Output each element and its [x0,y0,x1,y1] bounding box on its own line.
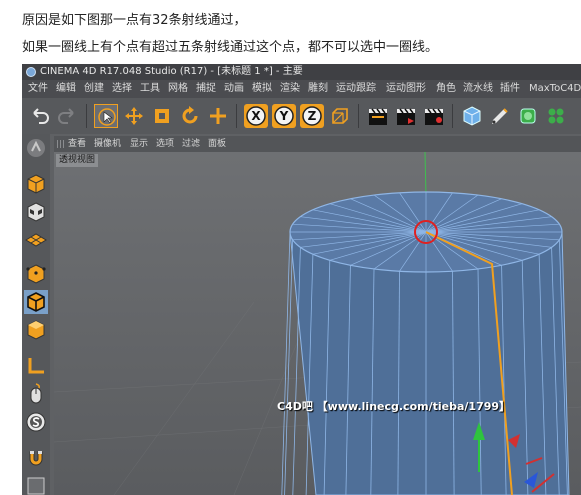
view-menu-cameras[interactable]: 摄像机 [94,136,121,152]
caption-line-1: 原因是如下图那一点有32条射线通过， [22,13,247,28]
clapperboard-picture-icon [397,108,415,125]
x-axis-label: X [251,109,261,123]
cinema4d-logo-icon [26,67,36,77]
recent-tool-button[interactable] [206,104,230,128]
render-settings-button[interactable] [422,104,446,128]
coordinate-system-button[interactable] [328,104,352,128]
view-menu-panel[interactable]: 面板 [208,136,226,152]
edges-mode-button[interactable] [24,290,48,314]
live-selection-button[interactable] [94,104,118,128]
model-mode-button[interactable] [24,172,48,196]
points-mode-button[interactable] [24,262,48,286]
solo-s-icon [26,412,46,432]
x-axis-button[interactable]: X [244,104,268,128]
cloner-icon [548,108,564,124]
axis-corner-icon [28,358,44,374]
undo-icon [33,108,49,124]
window-title: CINEMA 4D R17.048 Studio (R17) - [未标题 1 … [40,66,303,77]
perspective-viewport[interactable]: 透视视图 [54,152,581,495]
snap-button[interactable] [24,446,48,470]
pen-tool-button[interactable] [488,104,512,128]
view-menu-options[interactable]: 选项 [156,136,174,152]
pen-icon [492,108,508,124]
render-view-button[interactable] [366,104,390,128]
menu-tools[interactable]: 工具 [140,80,160,98]
view-menu-filter[interactable]: 过滤 [182,136,200,152]
subdivision-icon [520,108,536,124]
viewport-name-label: 透视视图 [56,154,99,167]
view-menu-view[interactable]: 查看 [68,136,86,152]
menu-plugins[interactable]: 插件 [500,80,520,98]
points-mode-icon [26,264,46,284]
menu-pipeline[interactable]: 流水线 [463,80,493,98]
menu-file[interactable]: 文件 [28,80,48,98]
tweak-mode-button[interactable] [24,382,48,406]
cube-object-button[interactable] [460,104,484,128]
workplane-lock-icon [27,477,45,495]
menu-snap[interactable]: 捕捉 [196,80,216,98]
axis-mode-button[interactable] [24,354,48,378]
y-axis-label: Y [279,109,289,123]
menu-animate[interactable]: 动画 [224,80,244,98]
menu-select[interactable]: 选择 [112,80,132,98]
main-toolbar: X Y Z [22,98,581,134]
clapperboard-icon [369,108,387,125]
menu-render[interactable]: 渲染 [280,80,300,98]
rotate-icon [182,106,198,124]
clapperboard-gear-icon [425,108,443,125]
magnet-icon [29,451,43,466]
y-axis-button[interactable]: Y [272,104,296,128]
scale-tool-button[interactable] [150,104,174,128]
caption-line-2: 如果一圈线上有个点有超过五条射线通过这个点，都不可以选中一圈线。 [22,40,439,55]
menu-sculpt[interactable]: 雕刻 [308,80,328,98]
redo-icon [58,108,74,124]
edges-mode-icon [27,292,45,312]
texture-mode-button[interactable] [24,200,48,224]
menu-mesh[interactable]: 网格 [168,80,188,98]
polygons-mode-icon [27,320,45,340]
undo-button[interactable] [28,104,52,128]
c4d-screenshot: CINEMA 4D R17.048 Studio (R17) - [未标题 1 … [22,64,581,495]
viewport-grip-icon [57,140,65,148]
cursor-icon [98,108,116,126]
rotate-tool-button[interactable] [178,104,202,128]
subdivision-surface-button[interactable] [516,104,540,128]
plus-icon [210,108,226,124]
mouse-icon [30,383,42,404]
left-toolbar [22,134,50,495]
menu-simulate[interactable]: 模拟 [252,80,272,98]
menu-motion-tracking[interactable]: 运动跟踪 [336,80,376,98]
view-menu-display[interactable]: 显示 [130,136,148,152]
make-editable-button[interactable] [24,136,48,160]
z-axis-label: Z [307,109,317,123]
workplane-lock-button[interactable] [24,474,48,495]
workplane-grid-icon [25,233,47,247]
solo-button[interactable] [24,410,48,434]
menu-create[interactable]: 创建 [84,80,104,98]
scale-icon [155,109,169,123]
z-axis-button[interactable]: Z [300,104,324,128]
move-icon [125,107,143,125]
cube-icon [463,106,481,126]
make-editable-icon [27,139,45,157]
window-titlebar: CINEMA 4D R17.048 Studio (R17) - [未标题 1 … [22,64,581,80]
render-to-picture-viewer-button[interactable] [394,104,418,128]
polygons-mode-button[interactable] [24,318,48,342]
cylinder-mesh[interactable] [281,191,570,495]
coordinate-system-icon [332,108,348,124]
cloner-button[interactable] [544,104,568,128]
model-mode-icon [27,174,45,194]
viewport-scene [54,152,581,495]
texture-mode-icon [27,202,45,222]
workplane-mode-button[interactable] [24,228,48,252]
forum-watermark: C4D吧 【www.linecg.com/tieba/1799】 [277,400,511,413]
menu-maxtoc4d[interactable]: MaxToC4D [529,80,581,98]
viewport-menubar: 查看 摄像机 显示 选项 过滤 面板 [54,136,581,152]
menu-edit[interactable]: 编辑 [56,80,76,98]
move-tool-button[interactable] [122,104,146,128]
redo-button[interactable] [55,104,79,128]
menu-mograph[interactable]: 运动图形 [386,80,426,98]
menu-character[interactable]: 角色 [436,80,456,98]
menubar: 文件 编辑 创建 选择 工具 网格 捕捉 动画 模拟 渲染 雕刻 运动跟踪 运动… [22,80,581,98]
